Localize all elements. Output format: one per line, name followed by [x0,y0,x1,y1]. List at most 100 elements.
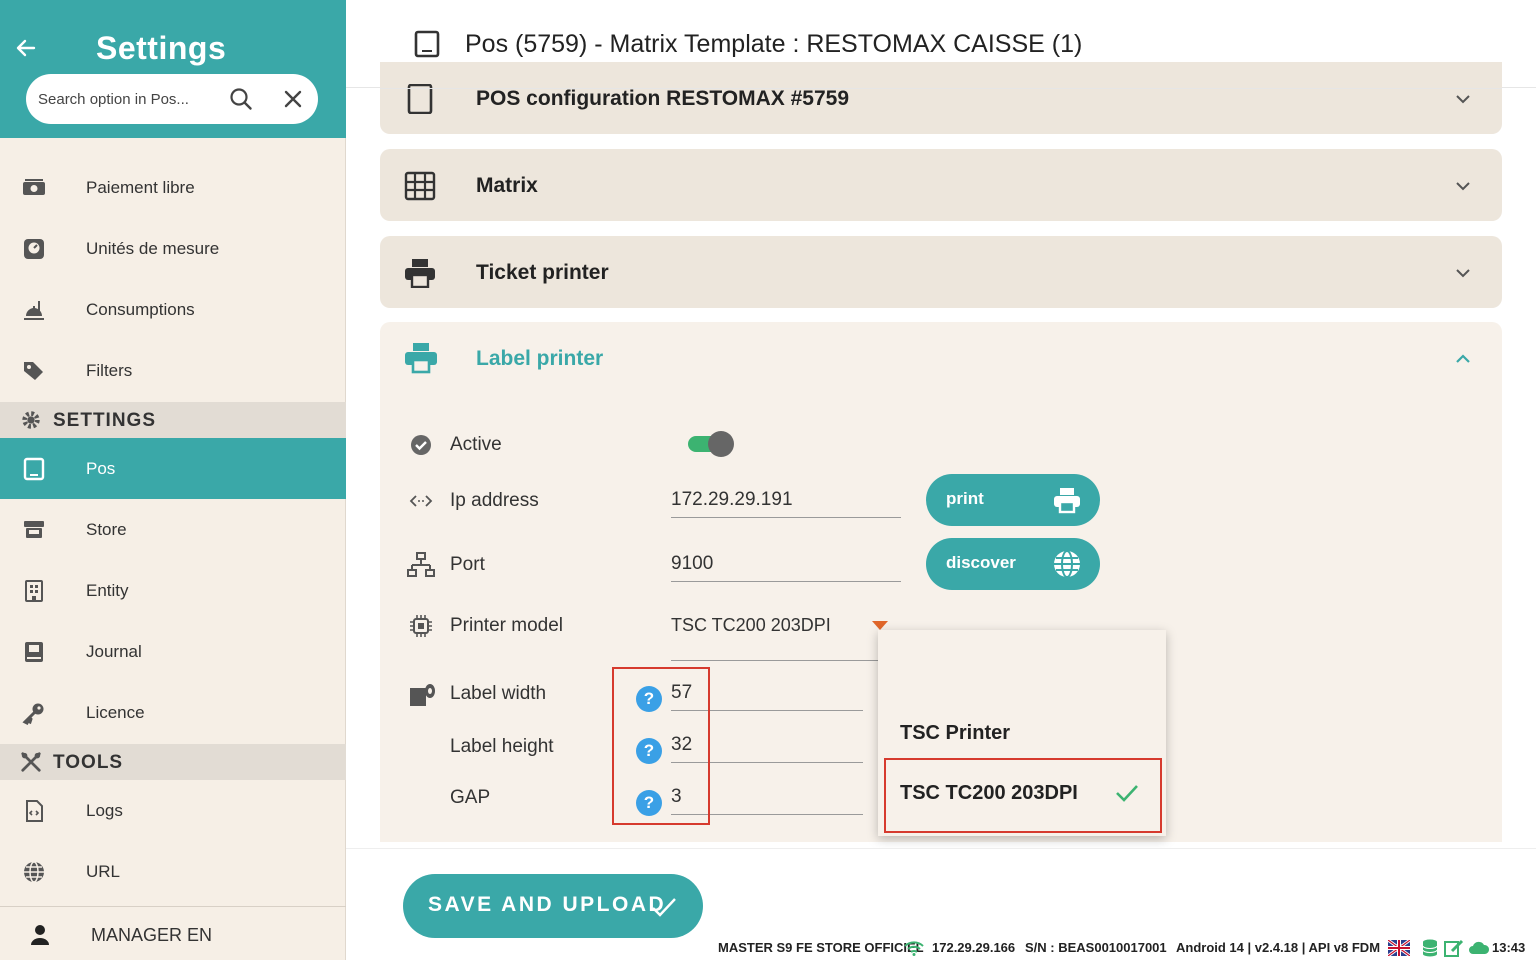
store-name: MASTER S9 FE STORE OFFICIEL [718,940,924,955]
search-box [26,74,318,124]
version-info: Android 14 | v2.4.18 | API v8 FDM [1176,940,1381,955]
sidebar-item-store[interactable]: Store [0,499,346,560]
divider [380,88,1502,89]
sidebar-item-entity[interactable]: Entity [0,560,346,621]
sidebar-item-pos[interactable]: Pos [0,438,346,499]
sidebar-item-label: Pos [86,458,116,478]
sidebar-header: Settings [0,0,346,138]
active-label: Active [450,434,502,455]
sidebar-item-label: Journal [86,641,142,661]
gauge-icon [24,238,44,259]
sidebar-item-label: Unités de mesure [86,238,220,258]
toggle-knob [708,431,734,457]
ip-field[interactable]: 172.29.29.191 [671,489,793,511]
panel-title: Matrix [476,174,538,197]
sidebar-item-label: URL [86,861,121,881]
file-code-icon [26,799,43,822]
print-button[interactable]: print [926,474,1100,526]
sidebar-item-label: Paiement libre [86,177,195,197]
chevron-down-icon [1456,95,1470,104]
printer-model-label: Printer model [450,615,563,636]
printer-icon [405,259,435,288]
database-icon [1422,939,1438,957]
tools-icon [21,752,41,772]
tags-icon [24,361,43,380]
panel-title[interactable]: Label printer [476,347,603,371]
sidebar-item-label: Entity [86,580,129,600]
checkmark-icon [652,898,676,917]
printer-model-select[interactable]: TSC TC200 203DPI [671,615,831,636]
sidebar-item-unites[interactable]: Unités de mesure [0,218,346,279]
user-icon [31,925,49,945]
highlight-box [612,667,710,825]
dropdown-option[interactable]: TSC Printer [878,704,1166,764]
sidebar-item-label: Filters [86,360,133,380]
printer-icon [405,343,437,374]
device-ip: 172.29.29.166 [932,940,1016,955]
sidebar-item-label: Licence [86,702,145,722]
cloud-icon [1469,941,1490,954]
sidebar: Settings Paiement libre Unités de mesure… [0,0,346,960]
user-menu[interactable]: MANAGER EN [0,906,346,960]
chevron-down-icon [1456,269,1470,278]
uk-flag-icon [1388,940,1410,956]
sidebar-item-consumptions[interactable]: Consumptions [0,279,346,340]
tablet-icon [23,457,45,480]
model-underline [671,660,881,661]
save-and-upload-button[interactable]: SAVE AND UPLOAD [403,874,703,938]
printer-icon [1054,488,1080,514]
dropdown-caret-icon[interactable] [872,621,888,630]
ip-underline [671,517,901,518]
code-arrows-icon [409,495,433,507]
network-icon [407,552,435,577]
back-arrow-icon[interactable] [14,36,38,60]
wifi-icon [904,941,924,956]
section-settings: SETTINGS [0,402,346,438]
section-tools: TOOLS [0,744,346,780]
sidebar-item-filters[interactable]: Filters [0,340,346,401]
ip-label: Ip address [450,490,539,511]
clock-time: 13:43 [1492,940,1526,955]
port-field[interactable]: 9100 [671,553,713,575]
panel-pos-configuration[interactable]: POS configuration RESTOMAX #5759 [380,62,1502,134]
gap-label: GAP [450,787,491,808]
sidebar-title: Settings [96,30,227,66]
sidebar-item-logs[interactable]: Logs [0,780,346,841]
sidebar-item-label: Store [86,519,127,539]
panel-title: Ticket printer [476,261,609,284]
globe-icon [1054,550,1080,578]
globe-icon [24,860,44,883]
port-label: Port [450,554,485,575]
search-icon[interactable] [228,86,254,112]
sidebar-item-label: Logs [86,800,123,820]
sidebar-item-paiement-libre[interactable]: Paiement libre [0,157,346,218]
money-icon [23,178,45,195]
sidebar-item-licence[interactable]: Licence [0,682,346,743]
chip-icon [410,615,432,637]
close-icon[interactable] [282,88,304,110]
panel-ticket-printer[interactable]: Ticket printer [380,236,1502,308]
chevron-down-icon [1456,182,1470,191]
sidebar-item-journal[interactable]: Journal [0,621,346,682]
page-title: Pos (5759) - Matrix Template : RESTOMAX … [465,30,1083,58]
label-roll-icon [410,684,435,706]
tablet-icon [414,30,440,58]
label-height-label: Label height [450,736,554,757]
dish-icon [24,300,44,320]
store-icon [24,520,44,538]
serial-number: S/N : BEAS0010017001 [1025,940,1167,955]
building-icon [25,579,43,602]
port-underline [671,581,901,582]
panel-title: POS configuration RESTOMAX #5759 [476,87,850,110]
panel-matrix[interactable]: Matrix [380,149,1502,221]
edit-icon [1444,939,1464,957]
discover-button[interactable]: discover [926,538,1100,590]
search-input[interactable] [38,86,208,112]
highlight-box [884,758,1162,833]
active-toggle[interactable] [686,431,734,457]
sidebar-item-url[interactable]: URL [0,841,346,902]
book-icon [25,641,43,662]
chevron-up-icon[interactable] [1454,350,1472,368]
grid-icon [404,171,436,201]
gear-icon [22,411,40,429]
